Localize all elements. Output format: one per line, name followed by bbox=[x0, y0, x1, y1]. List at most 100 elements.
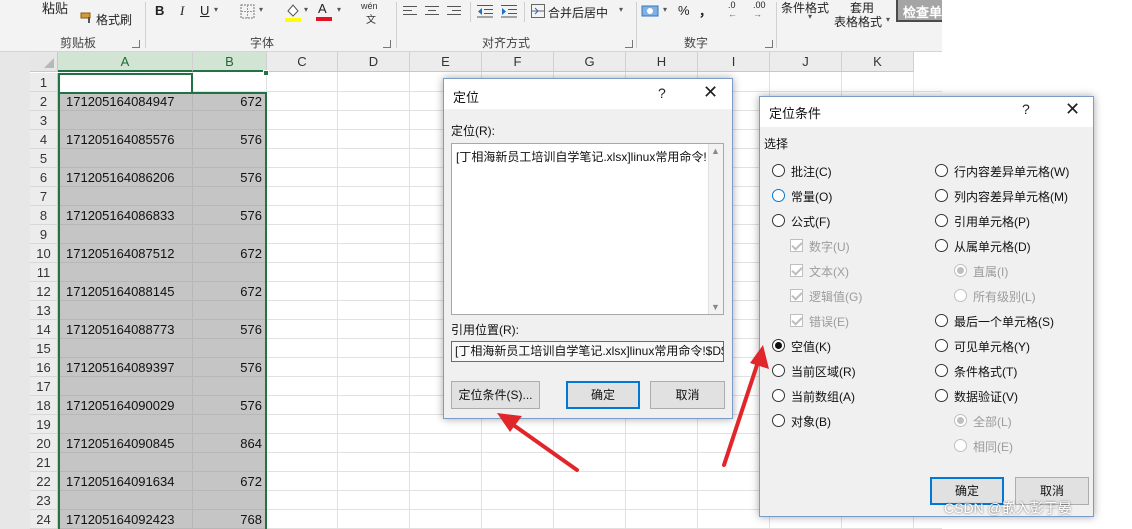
selected-range[interactable] bbox=[58, 92, 267, 529]
merge-center-button[interactable]: 合并后居中 bbox=[548, 4, 608, 21]
row-header-14[interactable]: 14 bbox=[30, 320, 58, 339]
phonetic-button[interactable]: wén bbox=[361, 1, 378, 11]
row-header-24[interactable]: 24 bbox=[30, 510, 58, 529]
comma-button[interactable]: ， bbox=[699, 1, 712, 20]
cell-a8[interactable]: 171205164086833 bbox=[58, 206, 193, 225]
column-header-a[interactable]: A bbox=[58, 52, 193, 72]
row-header-22[interactable]: 22 bbox=[30, 472, 58, 491]
cell-b10[interactable]: 672 bbox=[193, 244, 267, 263]
reference-input[interactable]: [丁相海新员工培训自学笔记.xlsx]linux常用命令!$D$ bbox=[451, 341, 724, 362]
row-header-10[interactable]: 10 bbox=[30, 244, 58, 263]
radio-icon[interactable] bbox=[772, 164, 785, 177]
radio-icon[interactable] bbox=[935, 339, 948, 352]
column-header-e[interactable]: E bbox=[410, 52, 482, 72]
align-right-icon[interactable] bbox=[447, 4, 461, 18]
radio-icon[interactable] bbox=[772, 214, 785, 227]
cell-a2[interactable]: 171205164084947 bbox=[58, 92, 193, 111]
conditional-format-button[interactable]: 条件格式 bbox=[781, 0, 829, 16]
column-header-i[interactable]: I bbox=[698, 52, 770, 72]
column-header-d[interactable]: D bbox=[338, 52, 410, 72]
column-header-f[interactable]: F bbox=[482, 52, 554, 72]
goto-dialog-titlebar[interactable]: 定位 ? ✕ bbox=[444, 79, 732, 109]
cell-a12[interactable]: 171205164088145 bbox=[58, 282, 193, 301]
cell-b4[interactable]: 576 bbox=[193, 130, 267, 149]
row-header-18[interactable]: 18 bbox=[30, 396, 58, 415]
column-header-b[interactable]: B bbox=[193, 52, 267, 72]
row-header-11[interactable]: 11 bbox=[30, 263, 58, 282]
cancel-button[interactable]: 取消 bbox=[650, 381, 725, 409]
accounting-dropdown-icon[interactable]: ▾ bbox=[663, 5, 667, 14]
border-icon[interactable] bbox=[240, 4, 256, 20]
close-icon[interactable]: ✕ bbox=[1065, 99, 1080, 119]
italic-button[interactable]: I bbox=[180, 3, 184, 19]
align-left-icon[interactable] bbox=[403, 4, 417, 18]
row-header-16[interactable]: 16 bbox=[30, 358, 58, 377]
percent-button[interactable]: % bbox=[678, 3, 690, 18]
font-color-dropdown-icon[interactable]: ▾ bbox=[337, 5, 341, 14]
radio-icon[interactable] bbox=[935, 239, 948, 252]
row-header-4[interactable]: 4 bbox=[30, 130, 58, 149]
row-header-2[interactable]: 2 bbox=[30, 92, 58, 111]
table-format-dropdown-icon[interactable]: ▾ bbox=[886, 15, 890, 24]
increase-indent-icon[interactable] bbox=[501, 4, 517, 18]
goto-listbox[interactable]: [丁相海新员工培训自学笔记.xlsx]linux常用命令!$ ▲ ▼ bbox=[451, 143, 724, 315]
radio-icon[interactable] bbox=[772, 389, 785, 402]
fill-color-icon[interactable] bbox=[284, 2, 302, 22]
number-launcher-icon[interactable] bbox=[765, 40, 773, 48]
column-header-c[interactable]: C bbox=[267, 52, 338, 72]
cell-b24[interactable]: 768 bbox=[193, 510, 267, 529]
underline-button[interactable]: U bbox=[200, 3, 209, 18]
radio-icon[interactable] bbox=[772, 364, 785, 377]
column-header-h[interactable]: H bbox=[626, 52, 698, 72]
row-header-1[interactable]: 1 bbox=[30, 73, 58, 92]
radio-icon[interactable] bbox=[772, 414, 785, 427]
radio-icon[interactable] bbox=[935, 214, 948, 227]
cell-b18[interactable]: 576 bbox=[193, 396, 267, 415]
row-header-7[interactable]: 7 bbox=[30, 187, 58, 206]
bold-button[interactable]: B bbox=[155, 3, 164, 18]
cell-a18[interactable]: 171205164090029 bbox=[58, 396, 193, 415]
radio-icon[interactable] bbox=[935, 314, 948, 327]
radio-icon[interactable] bbox=[935, 164, 948, 177]
row-header-17[interactable]: 17 bbox=[30, 377, 58, 396]
cell-b6[interactable]: 576 bbox=[193, 168, 267, 187]
accounting-format-icon[interactable] bbox=[641, 3, 661, 19]
font-launcher-icon[interactable] bbox=[383, 40, 391, 48]
goto-list-item[interactable]: [丁相海新员工培训自学笔记.xlsx]linux常用命令!$ bbox=[456, 148, 707, 165]
cell-b16[interactable]: 576 bbox=[193, 358, 267, 377]
cell-a4[interactable]: 171205164085576 bbox=[58, 130, 193, 149]
cell-b22[interactable]: 672 bbox=[193, 472, 267, 491]
active-cell[interactable] bbox=[58, 73, 193, 92]
cell-a20[interactable]: 171205164090845 bbox=[58, 434, 193, 453]
row-header-12[interactable]: 12 bbox=[30, 282, 58, 301]
cell-b2[interactable]: 672 bbox=[193, 92, 267, 111]
merge-center-icon[interactable] bbox=[531, 4, 545, 18]
scroll-up-icon[interactable]: ▲ bbox=[711, 146, 720, 156]
radio-icon[interactable] bbox=[935, 389, 948, 402]
cell-a6[interactable]: 171205164086206 bbox=[58, 168, 193, 187]
paste-button[interactable]: 粘贴 bbox=[42, 0, 68, 17]
ok-button[interactable]: 确定 bbox=[566, 381, 640, 409]
goto-special-titlebar[interactable]: 定位条件 ? ✕ bbox=[760, 97, 1093, 127]
check-cell-style[interactable]: 检查单 bbox=[896, 0, 942, 22]
row-header-8[interactable]: 8 bbox=[30, 206, 58, 225]
cell-a22[interactable]: 171205164091634 bbox=[58, 472, 193, 491]
cell-b14[interactable]: 576 bbox=[193, 320, 267, 339]
align-center-icon[interactable] bbox=[425, 4, 439, 18]
row-header-5[interactable]: 5 bbox=[30, 149, 58, 168]
row-header-13[interactable]: 13 bbox=[30, 301, 58, 320]
fill-dropdown-icon[interactable]: ▾ bbox=[304, 5, 308, 14]
radio-icon[interactable] bbox=[935, 189, 948, 202]
radio-icon[interactable] bbox=[772, 189, 785, 202]
format-painter-button[interactable]: 格式刷 bbox=[96, 11, 132, 28]
row-header-23[interactable]: 23 bbox=[30, 491, 58, 510]
column-header-g[interactable]: G bbox=[554, 52, 626, 72]
special-button[interactable]: 定位条件(S)... bbox=[451, 381, 540, 409]
fill-handle[interactable] bbox=[263, 70, 269, 76]
cell-a14[interactable]: 171205164088773 bbox=[58, 320, 193, 339]
row-header-6[interactable]: 6 bbox=[30, 168, 58, 187]
column-header-k[interactable]: K bbox=[842, 52, 914, 72]
column-header-j[interactable]: J bbox=[770, 52, 842, 72]
cell-b12[interactable]: 672 bbox=[193, 282, 267, 301]
scroll-down-icon[interactable]: ▼ bbox=[711, 302, 720, 312]
